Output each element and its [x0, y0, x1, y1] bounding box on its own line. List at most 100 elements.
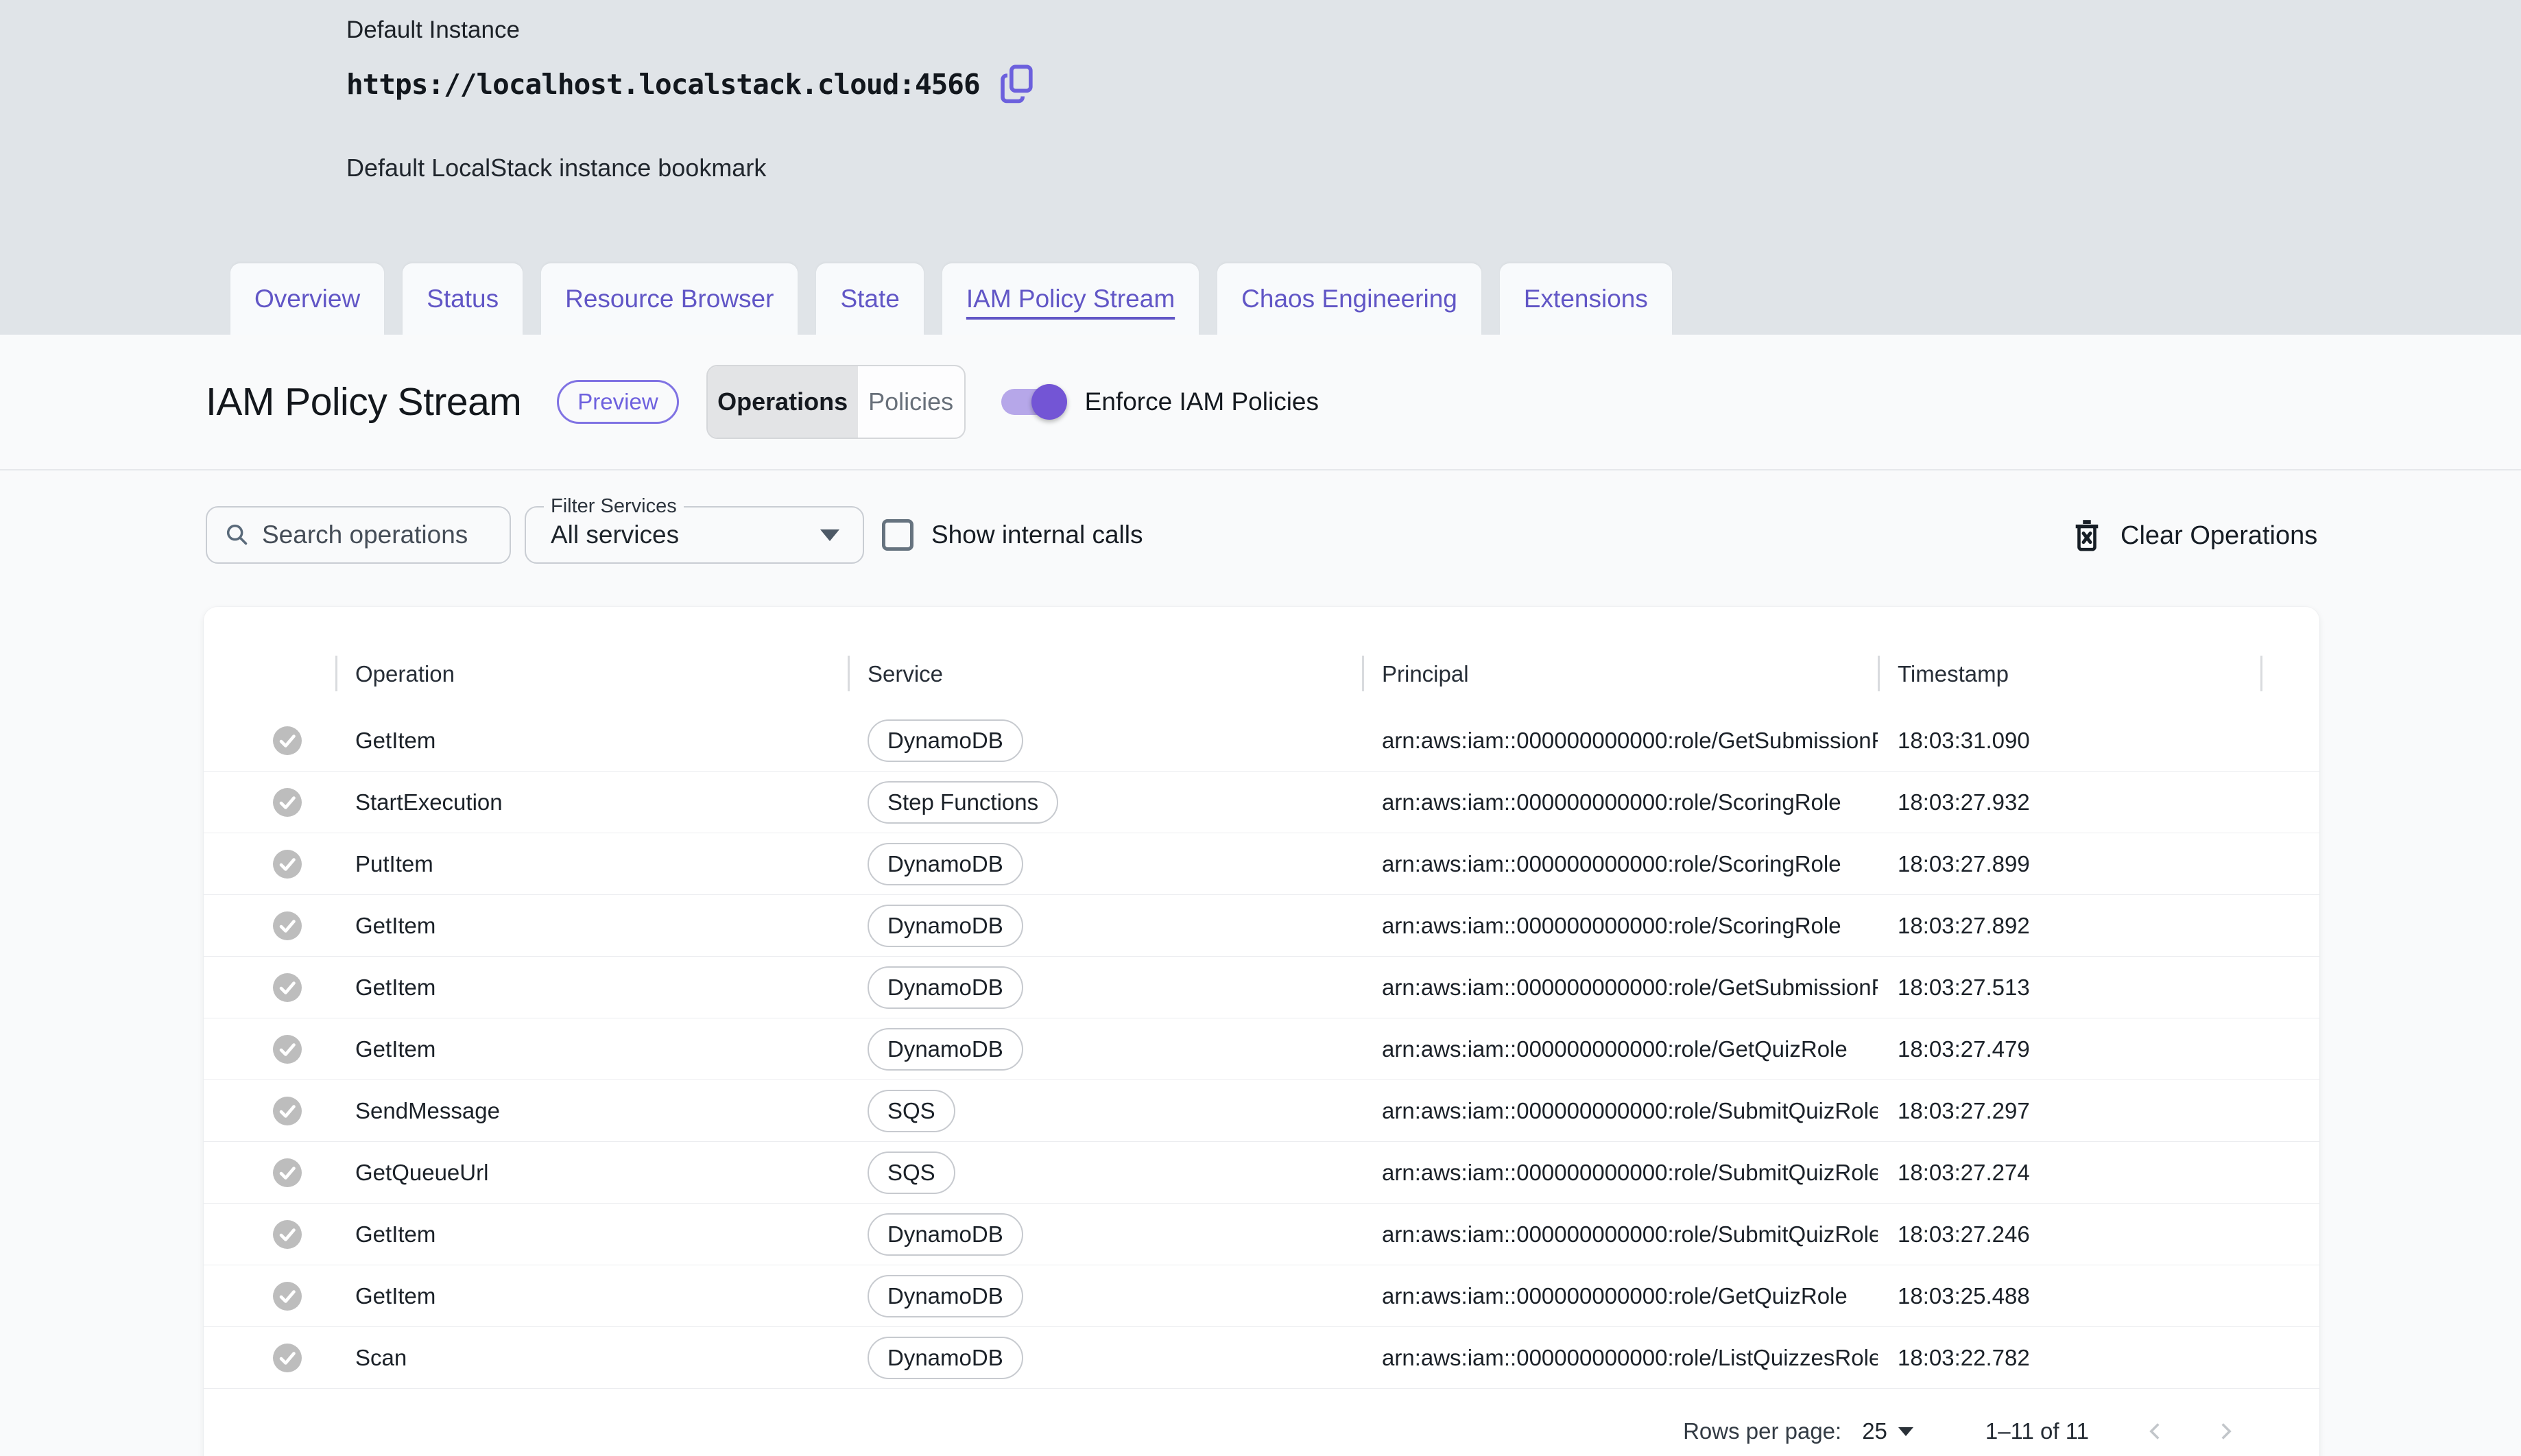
status-cell [204, 911, 335, 941]
service-cell: SQS [848, 1089, 1362, 1132]
operation-cell: PutItem [355, 850, 433, 876]
table-row: GetItem DynamoDB arn:aws:iam::0000000000… [204, 1204, 2319, 1265]
timestamp-cell: 18:03:25.488 [1898, 1282, 2030, 1309]
timestamp-cell: 18:03:27.932 [1898, 789, 2030, 815]
pagination-bar: Rows per page: 25 1–11 of 11 [204, 1397, 2319, 1456]
table-header: Operation Service Principal Timestamp [204, 607, 2319, 710]
principal-cell: arn:aws:iam::000000000000:role/SubmitQui… [1382, 1221, 1878, 1247]
column-principal: Principal [1362, 607, 1878, 710]
service-chip: SQS [868, 1089, 955, 1132]
status-cell [204, 849, 335, 879]
principal-cell: arn:aws:iam::000000000000:role/ListQuizz… [1382, 1344, 1878, 1370]
principal-cell: arn:aws:iam::000000000000:role/ScoringRo… [1382, 912, 1841, 938]
view-segmented-control: Operations Policies [706, 365, 966, 439]
status-cell [204, 1281, 335, 1311]
service-cell: DynamoDB [848, 1027, 1362, 1071]
next-page-button[interactable] [2212, 1417, 2241, 1446]
chevron-left-icon [2140, 1417, 2169, 1446]
column-checkbox-spacer [204, 607, 335, 710]
principal-cell: arn:aws:iam::000000000000:role/GetSubmis… [1382, 974, 1878, 1000]
service-filter-value: All services [551, 521, 680, 549]
service-chip: DynamoDB [868, 719, 1023, 762]
service-cell: DynamoDB [848, 719, 1362, 762]
tab-chaos-engineering[interactable]: Chaos Engineering [1217, 263, 1481, 335]
previous-page-button[interactable] [2140, 1417, 2169, 1446]
principal-cell: arn:aws:iam::000000000000:role/GetQuizRo… [1382, 1282, 1848, 1309]
operation-cell: GetItem [355, 974, 436, 1000]
chevron-right-icon [2212, 1417, 2241, 1446]
preview-badge: Preview [557, 380, 679, 424]
timestamp-cell: 18:03:31.090 [1898, 727, 2030, 753]
status-cell [204, 1096, 335, 1126]
segment-operations[interactable]: Operations [707, 366, 858, 438]
service-cell: DynamoDB [848, 1213, 1362, 1256]
timestamp-cell: 18:03:27.297 [1898, 1097, 2030, 1123]
instance-name: Default Instance [346, 16, 520, 43]
service-chip: DynamoDB [868, 842, 1023, 885]
status-cell [204, 1219, 335, 1250]
check-circle-icon [272, 849, 302, 879]
service-cell: DynamoDB [848, 1336, 1362, 1379]
chevron-down-icon [820, 529, 839, 541]
enforce-iam-policies-switch[interactable] [1001, 384, 1067, 420]
check-circle-icon [272, 726, 302, 756]
rows-per-page-label: Rows per page: [1683, 1418, 1842, 1444]
segment-policies[interactable]: Policies [858, 366, 964, 438]
table-body: GetItem DynamoDB arn:aws:iam::0000000000… [204, 710, 2319, 1389]
service-chip: DynamoDB [868, 966, 1023, 1009]
principal-cell: arn:aws:iam::000000000000:role/SubmitQui… [1382, 1097, 1878, 1123]
tab-iam-policy-stream[interactable]: IAM Policy Stream [942, 263, 1199, 335]
timestamp-cell: 18:03:27.479 [1898, 1036, 2030, 1062]
service-cell: DynamoDB [848, 1274, 1362, 1317]
table-row: GetItem DynamoDB arn:aws:iam::0000000000… [204, 1265, 2319, 1327]
table-row: GetQueueUrl SQS arn:aws:iam::00000000000… [204, 1142, 2319, 1204]
status-cell [204, 1158, 335, 1188]
operation-cell: Scan [355, 1344, 407, 1370]
table-row: PutItem DynamoDB arn:aws:iam::0000000000… [204, 833, 2319, 895]
service-chip: DynamoDB [868, 1336, 1023, 1379]
operation-cell: GetQueueUrl [355, 1159, 489, 1185]
tab-status[interactable]: Status [403, 263, 523, 335]
tab-state[interactable]: State [816, 263, 924, 335]
tab-extensions[interactable]: Extensions [1499, 263, 1672, 335]
service-filter-select[interactable]: Filter Services All services [525, 494, 864, 564]
copy-url-button[interactable] [998, 63, 1036, 106]
check-circle-icon [272, 1096, 302, 1126]
operation-cell: GetItem [355, 912, 436, 938]
column-operation: Operation [335, 607, 848, 710]
operation-cell: GetItem [355, 1221, 436, 1247]
check-circle-icon [272, 1219, 302, 1250]
service-chip: DynamoDB [868, 904, 1023, 947]
table-row: GetItem DynamoDB arn:aws:iam::0000000000… [204, 1018, 2319, 1080]
status-cell [204, 726, 335, 756]
timestamp-cell: 18:03:27.246 [1898, 1221, 2030, 1247]
column-end-spacer [2260, 607, 2319, 710]
timestamp-cell: 18:03:27.274 [1898, 1159, 2030, 1185]
check-circle-icon [272, 911, 302, 941]
service-cell: DynamoDB [848, 904, 1362, 947]
show-internal-calls-checkbox[interactable] [882, 519, 913, 551]
service-chip: Step Functions [868, 780, 1059, 824]
page-title: IAM Policy Stream [206, 380, 522, 424]
operation-cell: SendMessage [355, 1097, 500, 1123]
column-timestamp: Timestamp [1878, 607, 2260, 710]
copy-icon [998, 63, 1036, 106]
tab-overview[interactable]: Overview [230, 263, 385, 335]
service-chip: DynamoDB [868, 1213, 1023, 1256]
check-circle-icon [272, 1281, 302, 1311]
check-circle-icon [272, 787, 302, 817]
operation-cell: GetItem [355, 1282, 436, 1309]
table-row: GetItem DynamoDB arn:aws:iam::0000000000… [204, 957, 2319, 1018]
operation-cell: StartExecution [355, 789, 503, 815]
check-circle-icon [272, 1034, 302, 1064]
table-row: Scan DynamoDB arn:aws:iam::000000000000:… [204, 1327, 2319, 1389]
search-input[interactable] [262, 521, 510, 549]
service-chip: SQS [868, 1151, 955, 1194]
operation-cell: GetItem [355, 727, 436, 753]
rows-per-page-select[interactable]: 25 [1862, 1418, 1913, 1444]
tab-resource-browser[interactable]: Resource Browser [541, 263, 798, 335]
table-row: SendMessage SQS arn:aws:iam::00000000000… [204, 1080, 2319, 1142]
clear-operations-label: Clear Operations [2120, 521, 2318, 550]
clear-operations-button[interactable]: Clear Operations [2071, 512, 2317, 560]
chevron-down-icon [1898, 1427, 1913, 1436]
